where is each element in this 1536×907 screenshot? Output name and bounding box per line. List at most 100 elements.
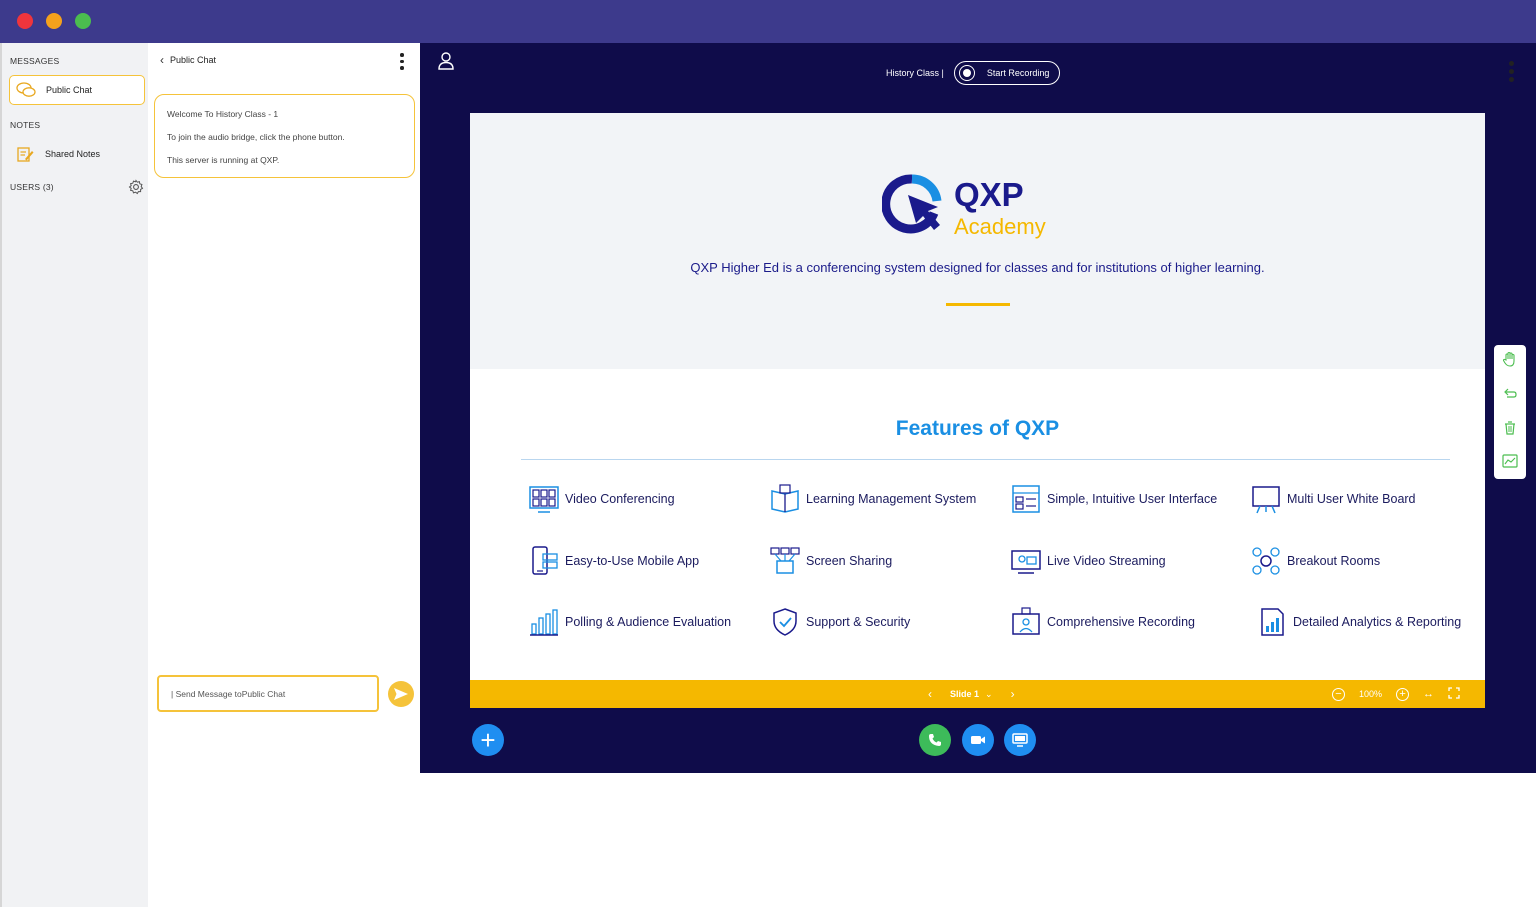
feature-item: Comprehensive Recording <box>1010 606 1195 638</box>
feature-item: Support & Security <box>769 606 910 638</box>
phone-icon <box>929 734 941 746</box>
next-slide-icon[interactable]: › <box>1011 687 1015 701</box>
users-heading: USERS (3) <box>10 182 54 192</box>
feature-label: Learning Management System <box>806 492 977 506</box>
join-audio-button[interactable] <box>919 724 951 756</box>
welcome-line: This server is running at QXP. <box>167 155 280 165</box>
close-window-button[interactable] <box>17 13 33 29</box>
message-input-placeholder: | Send Message toPublic Chat <box>171 688 286 699</box>
recording-area: History Class | Start Recording <box>886 61 1061 85</box>
feature-label: Simple, Intuitive User Interface <box>1047 492 1218 506</box>
gear-icon[interactable] <box>128 179 144 195</box>
monitor-icon <box>1012 733 1028 747</box>
trash-icon[interactable] <box>1502 420 1518 436</box>
feature-item: Video Conferencing <box>528 483 675 515</box>
send-icon <box>394 688 408 700</box>
start-recording-button[interactable]: Start Recording <box>953 61 1061 85</box>
stage-options-icon[interactable] <box>1509 61 1514 82</box>
user-icon[interactable] <box>437 51 455 71</box>
zoom-out-icon[interactable]: − <box>1332 687 1345 701</box>
feature-item: Live Video Streaming <box>1010 545 1166 577</box>
feature-label: Live Video Streaming <box>1047 554 1166 568</box>
feature-label: Detailed Analytics & Reporting <box>1293 615 1462 629</box>
sidebar-item-label: Public Chat <box>46 85 93 95</box>
chat-title: Public Chat <box>170 55 217 65</box>
sidebar: MESSAGES Public Chat NOTES Shared Notes … <box>0 43 148 907</box>
feature-label: Video Conferencing <box>565 492 675 506</box>
video-camera-icon <box>971 736 985 744</box>
features-divider <box>521 459 1450 460</box>
slide-navigation: ‹ Slide 1 ⌄ › <box>928 680 1015 708</box>
recording-icon <box>1012 607 1040 635</box>
feature-item: Learning Management System <box>769 483 976 515</box>
whiteboard-draw-icon[interactable] <box>1502 453 1518 469</box>
feature-label: Screen Sharing <box>806 554 893 568</box>
welcome-line: Welcome To History Class - 1 <box>167 109 279 119</box>
class-name: History Class | <box>886 68 944 78</box>
message-input[interactable]: | Send Message toPublic Chat <box>157 675 379 712</box>
features-title: Features of QXP <box>895 417 1060 440</box>
live-streaming-icon <box>1011 550 1041 574</box>
welcome-message: Welcome To History Class - 1 To join the… <box>154 94 415 178</box>
shield-icon <box>773 608 797 636</box>
hand-pan-icon[interactable] <box>1502 351 1518 367</box>
chevron-down-icon[interactable]: ⌄ <box>985 689 993 700</box>
window-titlebar <box>0 0 1536 43</box>
feature-item: Multi User White Board <box>1250 483 1416 515</box>
chevron-left-icon[interactable]: ‹ <box>160 53 164 67</box>
screen-sharing-icon <box>770 547 800 574</box>
undo-icon[interactable] <box>1502 386 1518 402</box>
logo-subtext: Academy <box>954 214 1046 239</box>
tagline-divider <box>946 303 1010 306</box>
chat-panel: ‹ Public Chat Welcome To History Class -… <box>148 43 420 907</box>
share-screen-button[interactable] <box>1004 724 1036 756</box>
fit-width-icon[interactable]: ↔ <box>1423 688 1434 700</box>
feature-label: Support & Security <box>806 615 911 629</box>
add-action-button[interactable]: + <box>472 724 504 756</box>
zoom-level: 100% <box>1359 689 1383 699</box>
slide-tagline: QXP Higher Ed is a conferencing system d… <box>690 260 1265 275</box>
feature-label: Multi User White Board <box>1287 492 1416 506</box>
presentation-slide: QXP Academy QXP Higher Ed is a conferenc… <box>470 113 1485 708</box>
zoom-in-icon[interactable]: + <box>1396 687 1410 701</box>
feature-item: Simple, Intuitive User Interface <box>1010 483 1217 515</box>
feature-label: Comprehensive Recording <box>1047 615 1195 629</box>
breakout-rooms-icon <box>1252 547 1280 575</box>
chat-options-icon[interactable] <box>400 53 404 70</box>
chat-bubbles-icon <box>16 80 36 100</box>
feature-label: Breakout Rooms <box>1287 554 1381 568</box>
feature-item: Detailed Analytics & Reporting <box>1256 606 1461 638</box>
feature-item: Polling & Audience Evaluation <box>528 606 731 638</box>
notes-edit-icon <box>15 144 35 164</box>
presentation-stage: History Class | Start Recording QXP Acad… <box>420 43 1536 773</box>
feature-label: Easy-to-Use Mobile App <box>565 554 700 568</box>
record-label: Start Recording <box>986 68 1050 78</box>
interface-layout-icon <box>1012 485 1040 513</box>
zoom-window-button[interactable] <box>75 13 91 29</box>
feature-item: Breakout Rooms <box>1250 545 1380 577</box>
share-webcam-button[interactable] <box>962 724 994 756</box>
logo-text: QXP <box>954 176 1024 213</box>
feature-label: Polling & Audience Evaluation <box>565 615 732 629</box>
feature-item: Screen Sharing <box>769 545 892 577</box>
polling-chart-icon <box>530 609 558 636</box>
sidebar-item-public-chat[interactable]: Public Chat <box>9 75 145 105</box>
fullscreen-icon[interactable] <box>1448 687 1460 701</box>
minimize-window-button[interactable] <box>46 13 62 29</box>
whiteboard-icon <box>1252 486 1280 514</box>
presentation-toolbar: ‹ Slide 1 ⌄ › − 100% + ↔ <box>470 680 1485 708</box>
previous-slide-icon[interactable]: ‹ <box>928 687 932 701</box>
book-icon <box>771 484 799 513</box>
zoom-controls: − 100% + ↔ <box>1332 680 1460 708</box>
send-button[interactable] <box>388 681 414 707</box>
qxp-academy-logo: QXP Academy <box>881 173 1062 243</box>
annotation-tools-panel <box>1494 345 1526 479</box>
welcome-line: To join the audio bridge, click the phon… <box>167 132 345 142</box>
sidebar-item-shared-notes[interactable]: Shared Notes <box>9 139 145 169</box>
notes-heading: NOTES <box>10 120 41 130</box>
chat-header[interactable]: ‹ Public Chat <box>160 53 216 67</box>
mobile-app-icon <box>532 546 558 575</box>
slide-selector[interactable]: Slide 1 <box>950 689 979 699</box>
analytics-report-icon <box>1261 608 1284 636</box>
messages-heading: MESSAGES <box>10 56 60 66</box>
